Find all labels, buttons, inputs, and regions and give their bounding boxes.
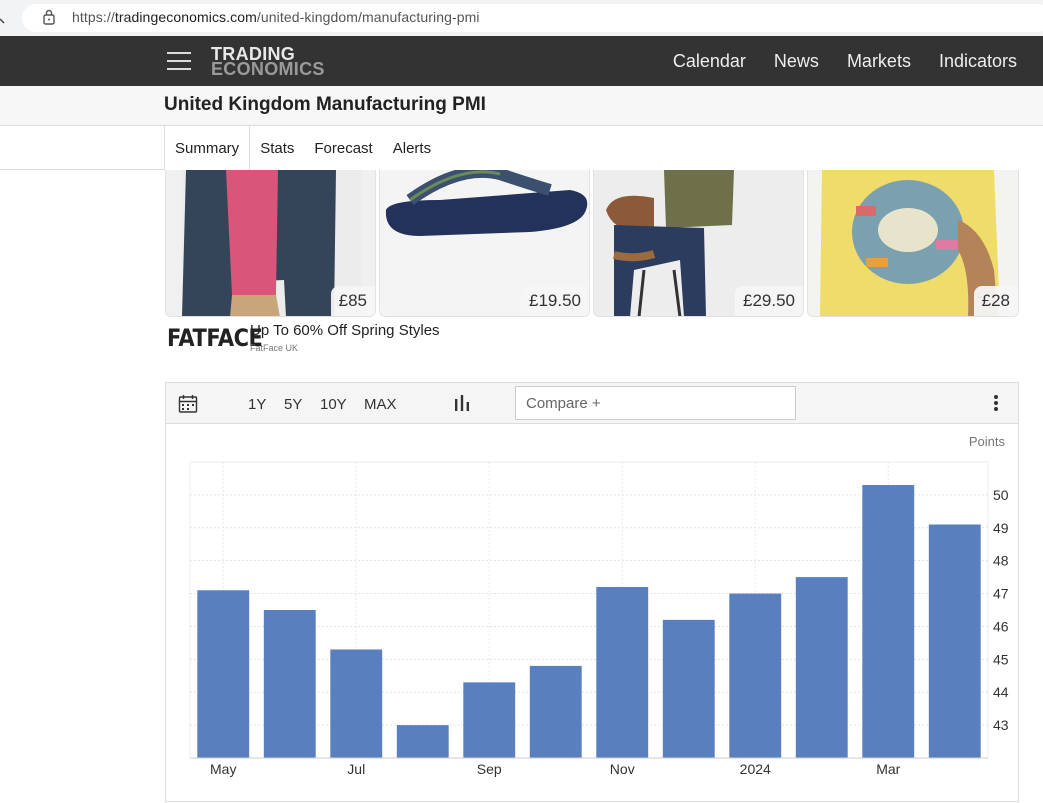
nav-indicators[interactable]: Indicators (939, 51, 1017, 72)
x-tick-label: 2024 (740, 761, 771, 777)
bar-may (197, 590, 250, 758)
lock-icon[interactable] (43, 9, 55, 25)
ad-product-jacket[interactable]: £85 (165, 170, 376, 317)
x-tick-label: May (210, 761, 236, 777)
tab-stats[interactable]: Stats (250, 126, 304, 170)
trading-economics-logo[interactable]: TRADING ECONOMICS (211, 45, 325, 79)
hamburger-menu-icon[interactable] (167, 52, 191, 72)
back-edge-icon (0, 18, 5, 24)
y-tick-label: 47 (993, 586, 1009, 602)
ad-source: FatFace UK (250, 343, 299, 353)
x-tick-label: Sep (477, 761, 502, 777)
ad-footer: FATFACE Up To 60% Off Spring Styles FatF… (165, 322, 765, 356)
price-badge: £19.50 (521, 286, 589, 316)
tab-forecast[interactable]: Forecast (304, 126, 382, 170)
nav-markets[interactable]: Markets (847, 51, 911, 72)
bar-apr (928, 524, 981, 758)
url-path: /united-kingdom/manufacturing-pmi (256, 9, 480, 25)
url-text[interactable]: https://tradingeconomics.com/united-king… (72, 9, 480, 25)
tab-list: Summary Stats Forecast Alerts (164, 126, 441, 170)
bar-jun (263, 610, 316, 758)
bar-2024 (729, 593, 782, 758)
y-tick-label: 45 (993, 651, 1009, 667)
y-tick-label: 46 (993, 618, 1009, 634)
bar-nov (596, 586, 649, 758)
y-tick-label: 50 (993, 487, 1009, 503)
bar-jul (330, 649, 383, 758)
bar-chart: 43 44 45 46 47 48 49 50 May Jul Sep Nov 2024 Mar (189, 461, 1009, 777)
ad-product-tshirt-yellow[interactable]: £28 (807, 170, 1019, 317)
y-tick-label: 44 (993, 684, 1009, 700)
title-bar: United Kingdom Manufacturing PMI (0, 86, 1043, 126)
x-tick-label: Mar (876, 761, 900, 777)
bar-sep (463, 682, 516, 758)
fatface-logo[interactable]: FATFACE (167, 324, 263, 352)
y-tick-label: 43 (993, 717, 1009, 733)
bar-feb (795, 577, 848, 758)
nav-calendar[interactable]: Calendar (673, 51, 746, 72)
bar-oct (529, 665, 582, 758)
bar-mar (862, 485, 915, 758)
advertisement: £85 £19.50 £29.50 £28 (165, 170, 1019, 317)
tab-summary[interactable]: Summary (164, 126, 251, 170)
ad-product-tshirt-green[interactable]: £29.50 (593, 170, 804, 317)
y-tick-label: 48 (993, 553, 1009, 569)
tabs-divider (0, 169, 165, 170)
top-navigation: Calendar News Markets Indicators (673, 36, 1017, 86)
tabs-row: Summary Stats Forecast Alerts (0, 126, 1043, 170)
page-title: United Kingdom Manufacturing PMI (164, 94, 486, 115)
nav-news[interactable]: News (774, 51, 819, 72)
bar-aug (396, 725, 449, 758)
browser-address-bar: https://tradingeconomics.com/united-king… (0, 0, 1043, 36)
y-tick-label: 49 (993, 520, 1009, 536)
price-badge: £29.50 (735, 286, 803, 316)
ad-headline[interactable]: Up To 60% Off Spring Styles (250, 322, 440, 339)
price-badge: £28 (973, 286, 1018, 316)
bar-dec (662, 619, 715, 758)
logo-line-2: ECONOMICS (211, 59, 325, 79)
site-header: TRADING ECONOMICS Calendar News Markets … (0, 36, 1043, 86)
chart-panel: 1Y 5Y 10Y MAX Points 4344454647484950May… (165, 382, 1019, 802)
x-tick-label: Jul (347, 761, 365, 777)
x-tick-label: Nov (610, 761, 635, 777)
url-host: tradingeconomics.com (114, 9, 257, 25)
url-prefix: https:// (72, 9, 115, 25)
tab-alerts[interactable]: Alerts (383, 126, 441, 170)
ad-product-flipflop[interactable]: £19.50 (379, 170, 590, 317)
price-badge: £85 (330, 286, 375, 316)
